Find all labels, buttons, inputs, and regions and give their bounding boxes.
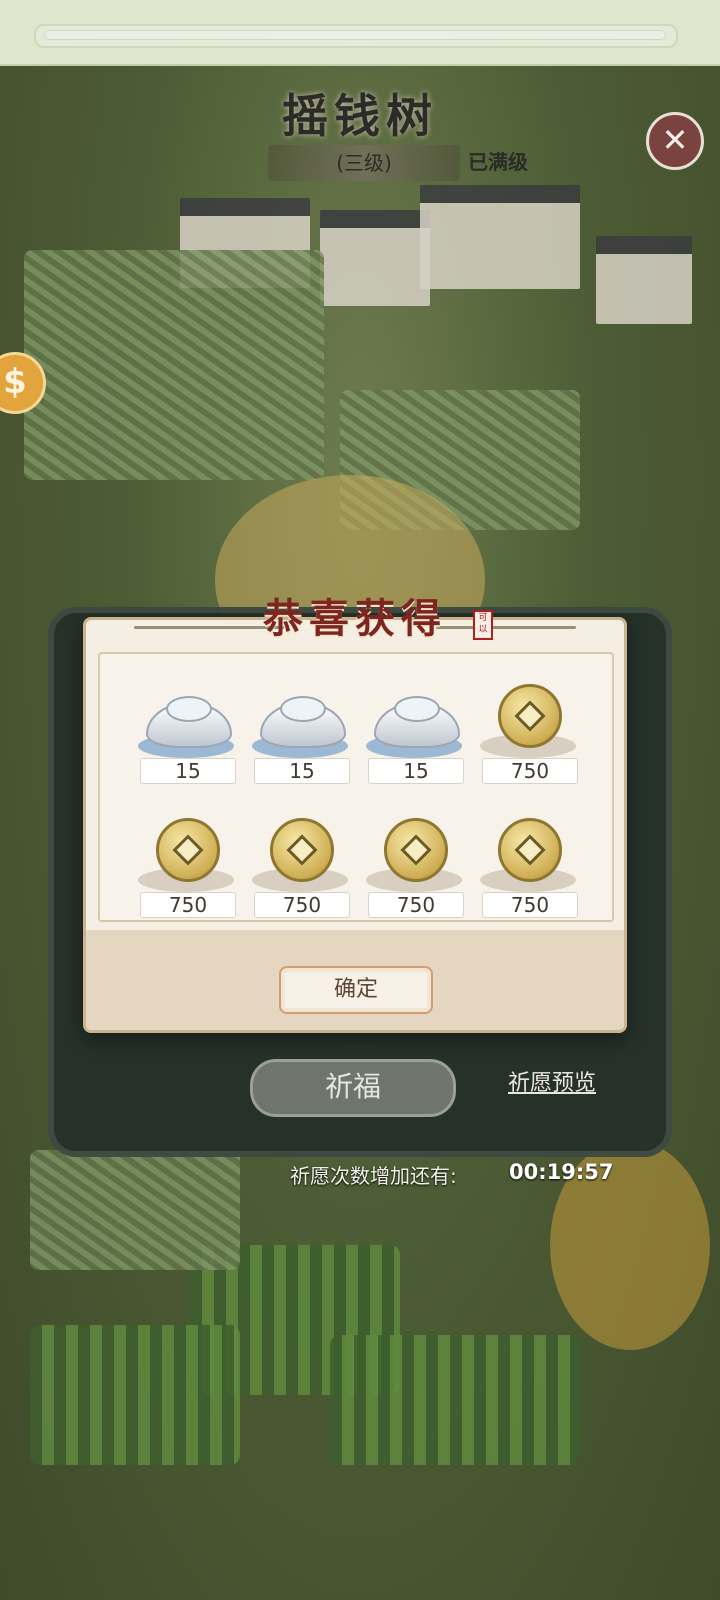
village-house [596,236,692,324]
crop-plot [330,1335,580,1465]
reward-amount: 750 [140,892,236,918]
reward-amount: 15 [368,758,464,784]
copper-coin-icon [384,818,448,882]
max-level-badge: 已满级 [468,150,528,174]
reward-item-coin: 750 [244,806,358,922]
crop-plot [30,1325,240,1465]
flower-field [24,250,324,480]
water-pond [30,1150,240,1270]
copper-coin-icon [156,818,220,882]
reward-item-silver: 15 [130,672,244,788]
close-button[interactable]: ✕ [646,112,704,170]
reward-amount: 750 [254,892,350,918]
top-status-band [0,0,720,66]
village-house [320,210,430,306]
reward-modal: 恭喜获得 可以 15 15 15 750 750 750 750 750 确定 [83,595,627,1033]
silver-ingot-top [280,696,326,722]
reward-item-coin: 750 [472,672,586,788]
reward-modal-title: 恭喜获得 [263,595,447,642]
copper-coin-icon [498,684,562,748]
wish-timer-value: 00:19:57 [509,1160,614,1184]
reward-amount: 15 [140,758,236,784]
reward-grid: 15 15 15 750 750 750 750 750 [98,652,614,922]
reward-amount: 15 [254,758,350,784]
red-seal-stamp: 可以 [473,610,493,640]
silver-ingot-top [166,696,212,722]
reward-amount: 750 [368,892,464,918]
wish-timer-label: 祈愿次数增加还有: [290,1164,457,1188]
reward-item-silver: 15 [358,672,472,788]
wish-preview-link[interactable]: 祈愿预览 [508,1065,596,1097]
confirm-button[interactable]: 确定 [279,966,433,1014]
reward-item-silver: 15 [244,672,358,788]
reward-amount: 750 [482,758,578,784]
reward-item-coin: 750 [130,806,244,922]
reward-item-coin: 750 [472,806,586,922]
copper-coin-icon [498,818,562,882]
village-house [420,185,580,289]
silver-ingot-top [394,696,440,722]
copper-coin-icon [270,818,334,882]
tree-level-label: (三级) [268,145,460,181]
page-title: 摇钱树 [282,89,438,143]
pray-button[interactable]: 祈福 [250,1059,456,1117]
top-progress-bar [44,30,666,40]
reward-amount: 750 [482,892,578,918]
reward-item-coin: 750 [358,806,472,922]
